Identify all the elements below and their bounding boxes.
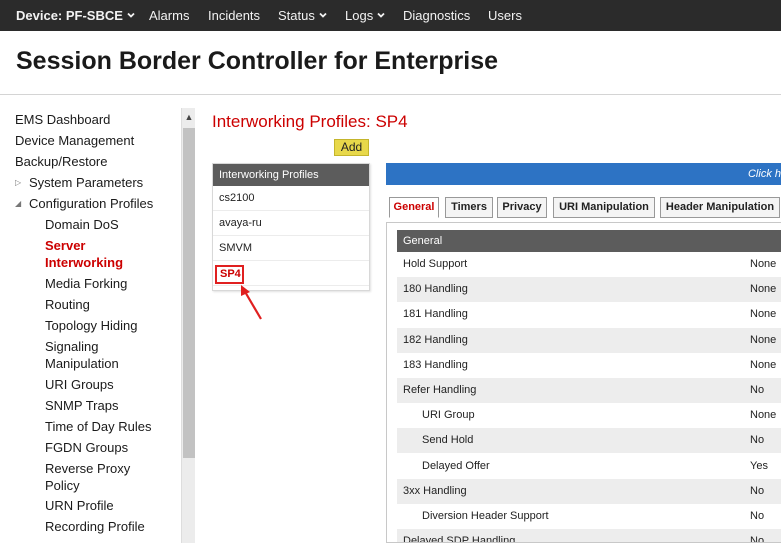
row-value: None [750, 283, 777, 296]
page-title: Session Border Controller for Enterprise [16, 47, 499, 75]
nav-status-label: Status [278, 8, 315, 23]
nav-device-menu[interactable]: Device: PF-SBCE [16, 0, 135, 31]
row-label: Delayed SDP Handling [403, 535, 516, 543]
row-value: Yes [750, 459, 768, 472]
divider [0, 94, 781, 95]
sidebar-item-media-forking[interactable]: Media Forking [45, 275, 127, 292]
row-label: 182 Handling [403, 333, 468, 346]
profile-item-cs2100[interactable]: cs2100 [213, 186, 369, 211]
sidebar-item-reverse-proxy-policy[interactable]: Reverse Proxy Policy [45, 460, 135, 494]
table-row: 182 Handling None [397, 327, 781, 353]
sidebar-menu: EMS Dashboard Device Management Backup/R… [0, 108, 180, 543]
chevron-down-icon [127, 12, 135, 18]
nav-logs[interactable]: Logs [345, 0, 385, 31]
sidebar-item-server-interworking[interactable]: Server Interworking [45, 237, 135, 271]
row-label: Send Hold [422, 434, 474, 447]
sidebar-item-backup-restore[interactable]: Backup/Restore [15, 153, 108, 170]
row-label: Refer Handling [403, 384, 477, 396]
banner-text[interactable]: Click h [748, 163, 781, 185]
table-row: Delayed SDP Handling No [397, 529, 781, 543]
chevron-down-icon [377, 12, 385, 18]
table-row: Diversion Header Support No [397, 504, 781, 529]
nav-logs-label: Logs [345, 8, 374, 23]
sidebar-item-snmp-traps[interactable]: SNMP Traps [45, 397, 118, 414]
top-nav-bar: Device: PF-SBCE Alarms Incidents Status … [0, 0, 781, 31]
profile-item-smvm[interactable]: SMVM [213, 236, 369, 261]
row-value: No [750, 384, 765, 396]
row-label: Delayed Offer [422, 459, 490, 472]
chevron-down-icon [319, 12, 327, 18]
nav-status[interactable]: Status [278, 0, 327, 31]
sidebar-item-signaling-manipulation[interactable]: Signaling Manipulation [45, 338, 135, 372]
row-value: No [750, 434, 765, 447]
table-row: Hold Support None [397, 252, 781, 277]
profiles-list-header: Interworking Profiles [213, 164, 369, 186]
row-label: URI Group [422, 409, 475, 422]
scroll-up-arrow-icon[interactable]: ▲ [182, 112, 196, 122]
nav-device-label: Device: PF-SBCE [16, 8, 123, 23]
sidebar-item-ems-dashboard[interactable]: EMS Dashboard [15, 111, 110, 128]
sidebar-item-urn-profile[interactable]: URN Profile [45, 497, 114, 514]
row-label: Diversion Header Support [422, 510, 549, 522]
row-value: No [750, 510, 765, 522]
row-label: 3xx Handling [403, 484, 467, 497]
nav-users[interactable]: Users [488, 0, 522, 31]
table-row: 3xx Handling No [397, 478, 781, 504]
info-banner[interactable]: Click h [386, 163, 781, 185]
scrollbar-thumb[interactable] [183, 128, 195, 458]
table-row: 180 Handling None [397, 277, 781, 303]
profile-item-avaya-ru[interactable]: avaya-ru [213, 211, 369, 236]
expanded-triangle-icon[interactable]: ◢ [15, 199, 21, 208]
table-row: Send Hold No [397, 428, 781, 454]
tab-privacy[interactable]: Privacy [497, 197, 547, 218]
row-value: None [750, 409, 777, 422]
row-value: None [750, 333, 777, 346]
tab-strip: General Timers Privacy URI Manipulation … [386, 193, 781, 223]
row-label: 183 Handling [403, 358, 468, 371]
sidebar-item-routing[interactable]: Routing [45, 296, 90, 313]
sidebar-item-uri-groups[interactable]: URI Groups [45, 376, 114, 393]
nav-incidents[interactable]: Incidents [208, 0, 260, 31]
row-value: None [750, 258, 777, 270]
add-button[interactable]: Add [334, 139, 369, 156]
table-row: 181 Handling None [397, 302, 781, 327]
sidebar-item-system-parameters[interactable]: System Parameters [29, 174, 143, 191]
annotation-arrow-icon [241, 285, 262, 320]
table-row: 183 Handling None [397, 353, 781, 378]
nav-alarms[interactable]: Alarms [149, 0, 189, 31]
sidebar-item-configuration-profiles[interactable]: Configuration Profiles [29, 195, 153, 212]
row-label: Hold Support [403, 258, 468, 270]
row-value: None [750, 358, 777, 371]
sidebar-item-topology-hiding[interactable]: Topology Hiding [45, 317, 138, 334]
table-row: Delayed Offer Yes [397, 454, 781, 479]
tab-general[interactable]: General [389, 197, 439, 218]
sidebar-item-device-management[interactable]: Device Management [15, 132, 134, 149]
profile-item-sp4-label[interactable]: SP4 [220, 268, 241, 280]
collapsed-triangle-icon[interactable]: ▷ [15, 178, 21, 187]
sidebar-item-recording-profile[interactable]: Recording Profile [45, 518, 145, 535]
tab-header-manipulation[interactable]: Header Manipulation [660, 197, 780, 218]
sidebar-item-fgdn-groups[interactable]: FGDN Groups [45, 439, 128, 456]
row-value: No [750, 535, 765, 543]
general-settings-table: General Hold Support None 180 Handling None… [386, 222, 781, 543]
section-title: Interworking Profiles: SP4 [212, 112, 408, 131]
row-value: None [750, 308, 777, 321]
tab-timers[interactable]: Timers [445, 197, 493, 218]
row-value: No [750, 484, 765, 497]
table-row: Refer Handling No [397, 378, 781, 403]
row-label: 180 Handling [403, 283, 468, 296]
tab-uri-manipulation[interactable]: URI Manipulation [553, 197, 655, 218]
sidebar-item-time-of-day-rules[interactable]: Time of Day Rules [45, 418, 151, 435]
row-label: 181 Handling [403, 308, 468, 321]
table-header: General [397, 230, 781, 252]
table-row: URI Group None [397, 403, 781, 428]
sidebar-item-domain-dos[interactable]: Domain DoS [45, 216, 119, 233]
nav-diagnostics[interactable]: Diagnostics [403, 0, 470, 31]
sidebar-scrollbar[interactable]: ▲ [181, 108, 195, 543]
